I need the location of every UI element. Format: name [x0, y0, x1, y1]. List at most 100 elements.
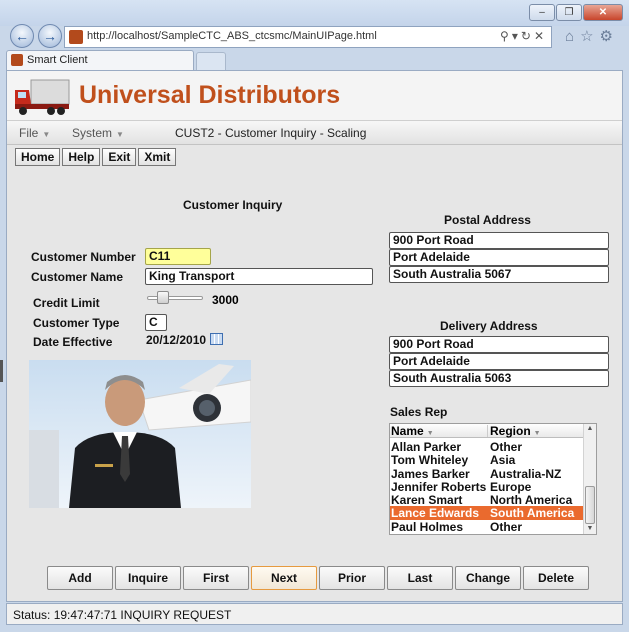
column-header-name-label: Name — [391, 424, 424, 438]
column-header-region-label: Region — [490, 424, 531, 438]
menu-system[interactable]: System ▼ — [72, 126, 124, 140]
refresh-icon[interactable]: ↻ — [521, 29, 534, 43]
postal-address-line2[interactable]: Port Adelaide — [389, 249, 609, 266]
credit-limit-slider-track[interactable] — [147, 296, 203, 300]
new-tab-button[interactable] — [196, 52, 226, 70]
table-row-selected[interactable]: Lance Edwards South America — [390, 506, 584, 521]
first-button[interactable]: First — [183, 566, 249, 590]
rep-name: Tom Whiteley — [391, 453, 469, 468]
site-favicon-icon — [69, 30, 83, 44]
delivery-address-line3[interactable]: South Australia 5063 — [389, 370, 609, 387]
date-effective-field[interactable]: 20/12/2010 — [145, 333, 209, 350]
grid-scrollbar[interactable]: ▲ ▼ — [583, 424, 596, 534]
customer-type-field[interactable]: C — [145, 314, 167, 331]
page-viewport: Universal Distributors File ▼ System ▼ CUS… — [6, 70, 623, 602]
table-row[interactable]: Allan Parker Other — [390, 440, 584, 454]
next-button[interactable]: Next — [251, 566, 317, 590]
app-banner: Universal Distributors — [7, 71, 622, 121]
resize-grip[interactable] — [0, 360, 3, 382]
tab-smart-client[interactable]: Smart Client — [6, 50, 194, 70]
rep-region: Asia — [490, 453, 516, 468]
rep-name: James Barker — [391, 466, 470, 481]
rep-region: Other — [490, 440, 523, 454]
grid-rows: Allan Parker Other Tom Whiteley Asia James… — [390, 440, 584, 534]
status-bar: Status: 19:47:47:71 INQUIRY REQUEST — [6, 603, 623, 625]
credit-limit-value: 3000 — [212, 293, 239, 307]
stop-icon[interactable]: ✕ — [534, 29, 547, 43]
customer-name-field[interactable]: King Transport — [145, 268, 373, 285]
dropdown-icon[interactable]: ▾ — [512, 29, 521, 43]
customer-type-label: Customer Type — [33, 316, 120, 330]
rep-name: Paul Holmes — [391, 519, 464, 534]
last-button[interactable]: Last — [387, 566, 453, 590]
sort-arrow-icon: ▼ — [426, 430, 434, 437]
column-header-name[interactable]: Name ▼ — [391, 424, 434, 438]
forward-arrow-icon[interactable]: → — [38, 24, 62, 48]
table-row[interactable]: Karen Smart North America — [390, 493, 584, 508]
tab-title: Smart Client — [27, 54, 88, 66]
rep-name: Karen Smart — [391, 493, 463, 508]
address-bar[interactable]: http://localhost/SampleCTC_ABS_ctcsmc/Ma… — [64, 26, 552, 48]
column-header-region[interactable]: Region ▼ — [490, 424, 541, 438]
chevron-down-icon: ▼ — [42, 130, 51, 139]
window-controls: – ❐ ✕ — [529, 4, 623, 21]
home-icon[interactable]: ⌂ — [565, 28, 580, 45]
form-heading: Customer Inquiry — [183, 198, 283, 212]
credit-limit-slider-handle[interactable] — [157, 291, 169, 304]
home-button[interactable]: Home — [15, 148, 61, 166]
sort-arrow-icon: ▼ — [533, 430, 541, 437]
settings-gear-icon[interactable]: ⚙ — [600, 28, 619, 45]
navigation-bar: ← → http://localhost/SampleCTC_ABS_ctcsm… — [0, 22, 629, 52]
address-tools[interactable]: ⚲▾↻✕ — [500, 29, 547, 43]
tab-strip: Smart Client — [0, 50, 629, 70]
rep-name: Jennifer Roberts — [391, 479, 487, 494]
close-window-button[interactable]: ✕ — [583, 4, 623, 21]
add-button[interactable]: Add — [47, 566, 113, 590]
maximize-button[interactable]: ❐ — [556, 4, 582, 21]
rep-region: North America — [490, 493, 573, 508]
sales-rep-heading: Sales Rep — [390, 405, 448, 419]
help-button[interactable]: Help — [62, 148, 101, 166]
search-icon[interactable]: ⚲ — [500, 29, 512, 43]
prior-button[interactable]: Prior — [319, 566, 385, 590]
action-buttons: Add Inquire First Next Prior Last Change… — [47, 566, 589, 590]
menu-bar: File ▼ System ▼ CUST2 - Customer Inquiry -… — [7, 121, 622, 145]
table-row[interactable]: Jennifer Roberts Europe — [390, 479, 584, 494]
menu-file[interactable]: File ▼ — [19, 126, 50, 140]
delivery-address-line1[interactable]: 900 Port Road — [389, 336, 609, 353]
favorites-star-icon[interactable]: ☆ — [580, 28, 599, 45]
delete-button[interactable]: Delete — [523, 566, 589, 590]
minimize-button[interactable]: – — [529, 4, 555, 21]
column-divider[interactable] — [487, 425, 488, 437]
delivery-address-heading: Delivery Address — [440, 319, 538, 333]
change-button[interactable]: Change — [455, 566, 521, 590]
rep-name: Lance Edwards — [391, 506, 480, 521]
customer-number-field[interactable]: C11 — [145, 248, 211, 265]
brand-title: Universal Distributors — [79, 81, 341, 109]
credit-limit-label: Credit Limit — [33, 296, 100, 310]
table-row[interactable]: Paul Holmes Other — [390, 519, 584, 534]
scroll-up-arrow-icon[interactable]: ▲ — [584, 424, 596, 434]
scroll-down-arrow-icon[interactable]: ▼ — [584, 524, 596, 534]
postal-address-line1[interactable]: 900 Port Road — [389, 232, 609, 249]
address-url[interactable]: http://localhost/SampleCTC_ABS_ctcsmc/Ma… — [87, 30, 377, 42]
sales-rep-grid[interactable]: Name ▼ Region ▼ Allan Parker Other Tom Whit… — [389, 423, 597, 535]
postal-address-line3[interactable]: South Australia 5067 — [389, 266, 609, 283]
delivery-address-line2[interactable]: Port Adelaide — [389, 353, 609, 370]
table-row[interactable]: Tom Whiteley Asia — [390, 453, 584, 468]
grid-header: Name ▼ Region ▼ — [390, 424, 584, 438]
inquire-button[interactable]: Inquire — [115, 566, 181, 590]
rep-region: Australia-NZ — [490, 466, 562, 481]
chevron-down-icon: ▼ — [116, 130, 124, 139]
rep-region: South America — [490, 506, 575, 521]
back-arrow-icon[interactable]: ← — [10, 24, 34, 48]
xmit-button[interactable]: Xmit — [138, 148, 177, 166]
exit-button[interactable]: Exit — [102, 148, 137, 166]
customer-photo — [29, 360, 251, 508]
customer-name-label: Customer Name — [31, 270, 124, 284]
table-row[interactable]: James Barker Australia-NZ — [390, 466, 584, 481]
scrollbar-thumb[interactable] — [585, 486, 595, 524]
browser-toolbar-icons: ⌂☆⚙ — [565, 27, 619, 45]
calendar-icon[interactable] — [210, 333, 223, 345]
customer-number-label: Customer Number — [31, 250, 136, 264]
